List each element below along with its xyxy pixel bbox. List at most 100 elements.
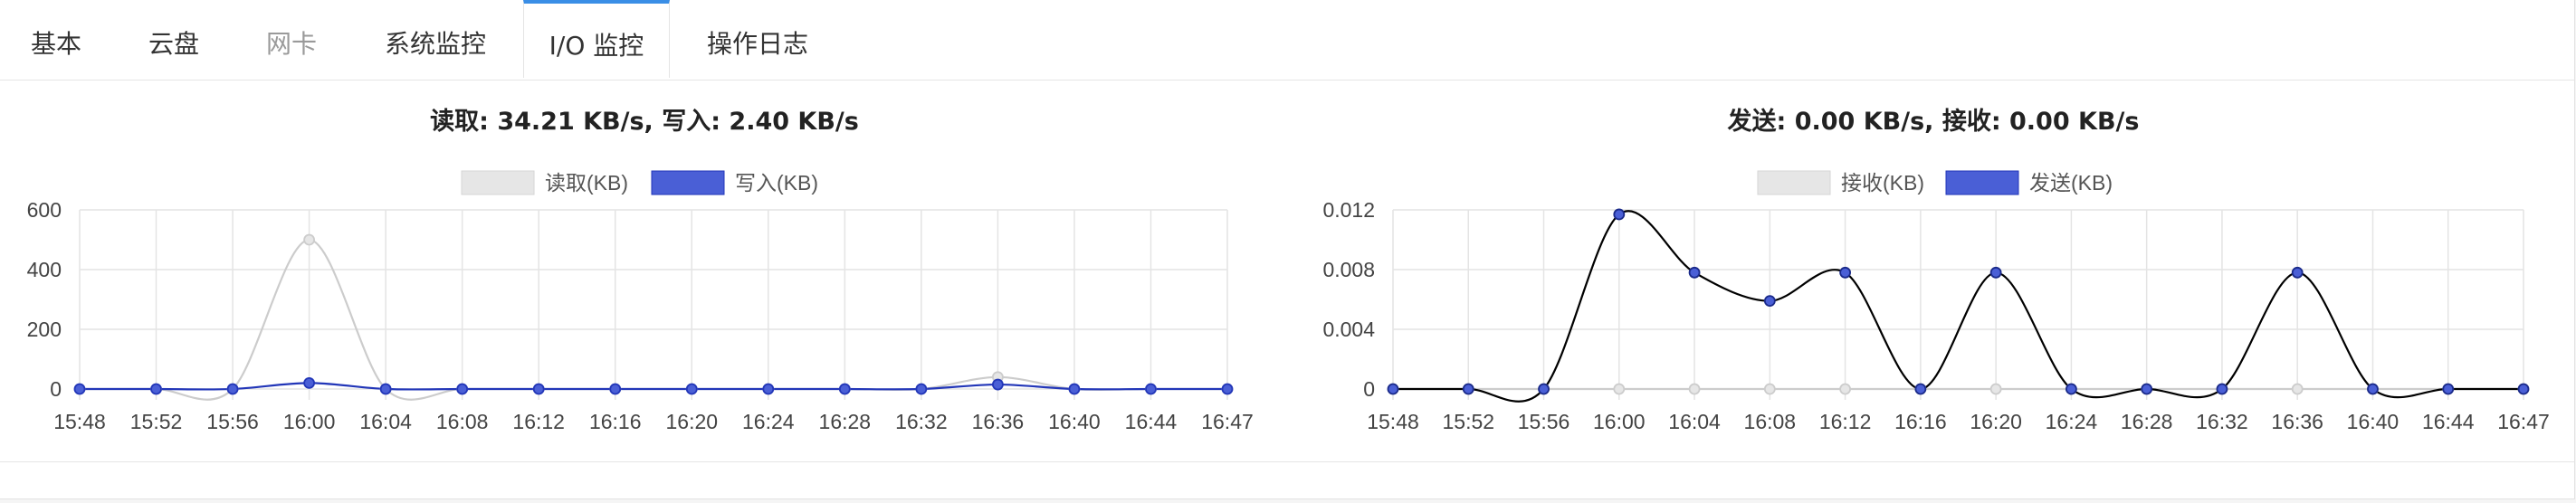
data-point[interactable] (1068, 383, 1081, 395)
data-point[interactable] (226, 383, 239, 395)
x-tick-label: 16:44 (1125, 410, 1178, 433)
data-point[interactable] (992, 378, 1004, 391)
io-chart: 读取(KB) 写入(KB) 600 400 200 0 15:48 15:52 15:56 16:… (27, 170, 1254, 433)
y-tick-label: 600 (27, 198, 62, 222)
monitor-panel: 基本 云盘 网卡 系统监控 I/O 监控 操作日志 读取: 34.21 KB/s… (0, 0, 2575, 499)
x-tick-label: 16:28 (819, 410, 872, 433)
x-tick-label: 16:00 (1593, 410, 1646, 433)
x-tick-label: 15:48 (53, 410, 106, 433)
y-tick-label: 400 (27, 258, 62, 281)
data-point[interactable] (1613, 208, 1626, 221)
data-point[interactable] (2367, 383, 2379, 395)
legend-label-0[interactable]: 接收(KB) (1841, 171, 1924, 195)
data-point[interactable] (1613, 383, 1626, 395)
x-tick-label: 16:24 (2046, 410, 2098, 433)
data-point[interactable] (2442, 383, 2455, 395)
data-point[interactable] (1914, 383, 1927, 395)
tab-bar: 基本 云盘 网卡 系统监控 I/O 监控 操作日志 (0, 0, 2574, 81)
data-point[interactable] (1989, 383, 2002, 395)
y-tick-label: 0.004 (1322, 318, 1375, 341)
tab-basic[interactable]: 基本 (0, 0, 112, 80)
x-tick-label: 16:47 (2497, 410, 2550, 433)
x-tick-label: 16:40 (1048, 410, 1101, 433)
x-tick-label: 16:16 (1894, 410, 1947, 433)
x-tick-label: 16:20 (665, 410, 718, 433)
legend-swatch-1[interactable] (651, 170, 725, 195)
data-point[interactable] (2141, 383, 2153, 395)
data-point[interactable] (1763, 295, 1776, 308)
x-tick-label: 16:44 (2422, 410, 2475, 433)
tab-network-card: 网卡 (265, 29, 317, 59)
panel-bottom-divider (0, 461, 2574, 462)
data-point[interactable] (73, 383, 86, 395)
data-point[interactable] (762, 383, 775, 395)
y-tick-label: 200 (27, 318, 62, 341)
legend-label-1[interactable]: 发送(KB) (2029, 171, 2113, 195)
data-point[interactable] (2216, 383, 2228, 395)
x-tick-label: 16:36 (2271, 410, 2323, 433)
data-point[interactable] (1839, 266, 1851, 279)
legend-label-0[interactable]: 读取(KB) (545, 171, 628, 195)
network-chart: 接收(KB) 发送(KB) 0.012 0.008 0.004 0 15:48 15:52 15… (1322, 170, 2550, 433)
data-point[interactable] (2291, 383, 2304, 395)
x-tick-label: 16:20 (1970, 410, 2022, 433)
data-point[interactable] (609, 383, 622, 395)
y-tick-label: 0 (50, 377, 62, 401)
data-point[interactable] (303, 376, 316, 389)
x-tick-label: 16:32 (2196, 410, 2248, 433)
legend-label-1[interactable]: 写入(KB) (735, 171, 818, 195)
data-point[interactable] (1538, 383, 1550, 395)
legend-swatch-0[interactable] (1757, 170, 1831, 195)
x-tick-label: 16:04 (359, 410, 412, 433)
data-point[interactable] (1989, 266, 2002, 279)
tab-system-monitor[interactable]: 系统监控 (348, 0, 523, 80)
x-tick-label: 15:48 (1367, 410, 1419, 433)
data-point[interactable] (1221, 383, 1234, 395)
data-point[interactable] (1688, 266, 1701, 279)
x-tick-label: 15:56 (206, 410, 259, 433)
data-point[interactable] (150, 383, 162, 395)
data-point[interactable] (1145, 383, 1157, 395)
x-tick-label: 16:08 (1744, 410, 1797, 433)
x-tick-label: 16:28 (2121, 410, 2173, 433)
io-chart-title: 读取: 34.21 KB/s, 写入: 2.40 KB/s (430, 108, 859, 136)
x-tick-label: 16:47 (1201, 410, 1254, 433)
network-chart-title: 发送: 0.00 KB/s, 接收: 0.00 KB/s (1727, 108, 2140, 136)
x-tick-label: 16:04 (1668, 410, 1721, 433)
x-tick-label: 16:08 (436, 410, 489, 433)
x-tick-label: 16:36 (972, 410, 1025, 433)
data-point[interactable] (379, 383, 392, 395)
data-point[interactable] (1387, 383, 1399, 395)
data-point[interactable] (1763, 383, 1776, 395)
y-tick-label: 0.008 (1322, 258, 1375, 281)
data-point[interactable] (2517, 383, 2530, 395)
x-tick-label: 16:00 (283, 410, 336, 433)
data-point[interactable] (1462, 383, 1474, 395)
legend-swatch-0[interactable] (461, 170, 535, 195)
y-tick-label: 0.012 (1322, 198, 1375, 222)
x-tick-label: 16:32 (895, 410, 948, 433)
tab-operation-log[interactable]: 操作日志 (670, 0, 845, 80)
x-tick-label: 16:16 (589, 410, 642, 433)
data-point[interactable] (456, 383, 469, 395)
x-tick-label: 15:52 (1442, 410, 1494, 433)
x-tick-label: 16:12 (1819, 410, 1872, 433)
tab-io-monitor[interactable]: I/O 监控 (523, 0, 670, 78)
series-line-1 (1393, 210, 2524, 403)
legend-swatch-1[interactable] (1945, 170, 2019, 195)
data-point[interactable] (838, 383, 851, 395)
data-point[interactable] (685, 383, 698, 395)
data-point[interactable] (303, 233, 316, 246)
data-point[interactable] (2066, 383, 2077, 395)
series-line-0 (80, 238, 1227, 401)
data-point[interactable] (1839, 383, 1851, 395)
data-point[interactable] (915, 383, 928, 395)
y-tick-label: 0 (1363, 377, 1375, 401)
x-tick-label: 16:12 (512, 410, 565, 433)
x-tick-label: 15:52 (130, 410, 183, 433)
data-point[interactable] (1688, 383, 1701, 395)
data-point[interactable] (532, 383, 545, 395)
tab-cloud-disk[interactable]: 云盘 (112, 0, 235, 80)
data-point[interactable] (2291, 266, 2304, 279)
x-tick-label: 16:40 (2347, 410, 2399, 433)
